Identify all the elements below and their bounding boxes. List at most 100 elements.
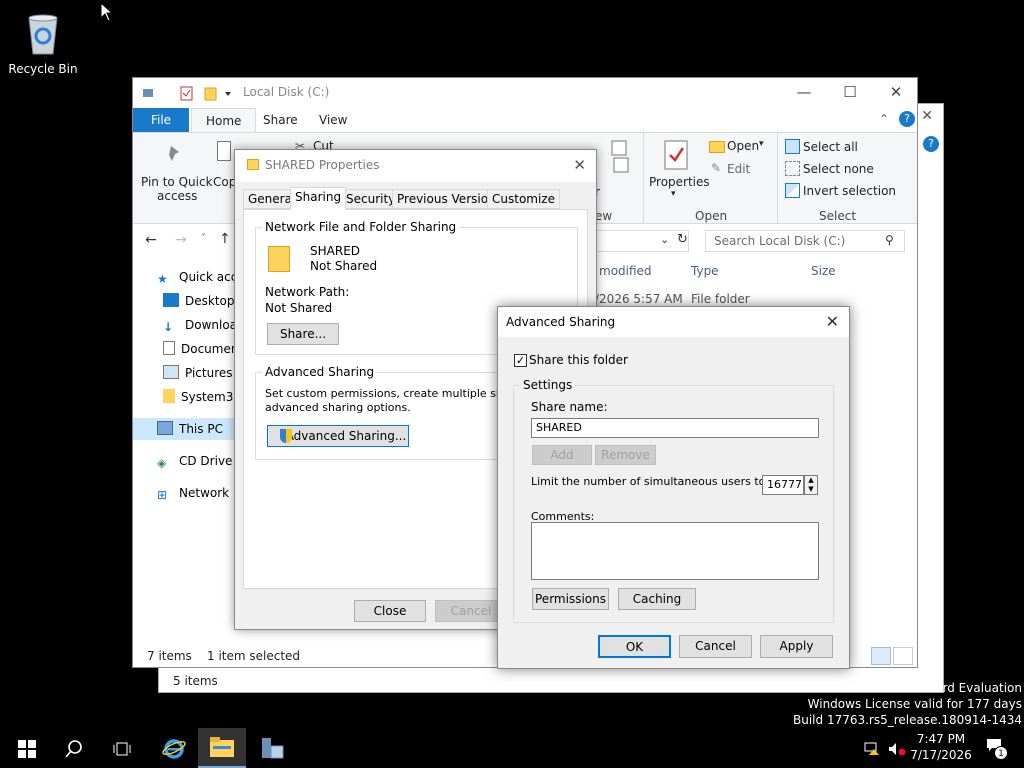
quick-access-toolbar-icon[interactable] xyxy=(141,85,237,101)
caching-button[interactable]: Caching xyxy=(618,588,696,610)
recycle-bin-icon xyxy=(23,12,63,56)
advanced-sharing-dialog[interactable]: Advanced Sharing ✕ ✓ Share this folder S… xyxy=(497,306,850,669)
tab-home[interactable]: Home xyxy=(191,108,257,132)
close-icon[interactable]: ✕ xyxy=(826,312,839,331)
sidebar-item-quick-access[interactable]: ★ Quick acce xyxy=(157,266,245,288)
minimize-button[interactable]: — xyxy=(781,78,827,108)
clock[interactable]: 7:47 PM 7/17/2026 xyxy=(906,732,976,762)
folder-icon xyxy=(268,246,290,272)
edit-icon: ✎ xyxy=(711,161,722,175)
sidebar-item-downloads[interactable]: ↓ Downloa xyxy=(163,314,237,336)
start-button[interactable] xyxy=(2,728,50,768)
file-explorer-button[interactable] xyxy=(198,728,246,768)
computer-icon xyxy=(157,421,173,435)
title-bar: Local Disk (C:) — ☐ ✕ xyxy=(133,78,917,108)
forward-arrow-icon[interactable]: → xyxy=(175,232,187,248)
recycle-bin[interactable]: Recycle Bin xyxy=(8,8,78,76)
sidebar-item-label: System32 xyxy=(181,390,242,404)
tab-view[interactable]: View xyxy=(305,108,361,132)
internet-explorer-button[interactable] xyxy=(150,728,198,768)
ok-button[interactable]: OK xyxy=(598,635,671,658)
pin-label-2[interactable]: access xyxy=(157,189,197,203)
tab-customize[interactable]: Customize xyxy=(487,189,560,209)
advanced-sharing-button[interactable]: Advanced Sharing... xyxy=(267,425,409,447)
recent-locations-icon[interactable]: ˅ xyxy=(201,233,206,244)
user-limit-input[interactable]: 16777 xyxy=(762,475,804,495)
collapse-ribbon-icon[interactable]: ⌃ xyxy=(879,112,889,126)
server-manager-button[interactable] xyxy=(248,728,296,768)
add-button[interactable]: Add xyxy=(532,445,592,465)
permissions-button[interactable]: Permissions xyxy=(532,588,609,610)
recycle-bin-label: Recycle Bin xyxy=(8,62,78,76)
share-name-input[interactable]: SHARED xyxy=(531,418,819,438)
comments-textarea[interactable] xyxy=(531,522,819,580)
close-button[interactable]: Close xyxy=(354,600,426,622)
open-label[interactable]: Open xyxy=(727,139,759,153)
watermark-line-3: Build 17763.rs5_release.180914-1434 xyxy=(793,713,1022,727)
pin-label[interactable]: Pin to Quick xyxy=(141,175,213,189)
search-input[interactable]: Search Local Disk (C:) xyxy=(705,230,905,252)
help-icon[interactable]: ? xyxy=(899,111,915,127)
task-view-button[interactable] xyxy=(98,728,146,768)
address-dropdown-icon[interactable]: ⌄ xyxy=(660,233,669,246)
evaluation-watermark: dard Evaluation Windows License valid fo… xyxy=(793,681,1022,727)
share-button[interactable]: Share... xyxy=(267,323,339,345)
properties-label[interactable]: Properties xyxy=(649,175,710,189)
apply-button[interactable]: Apply xyxy=(760,635,833,658)
edit-label[interactable]: Edit xyxy=(727,162,750,176)
status-item-count: 7 items xyxy=(147,649,192,663)
notification-count-badge: 1 xyxy=(994,746,1008,760)
remove-button[interactable]: Remove xyxy=(595,445,656,465)
sidebar-item-desktop[interactable]: Desktop xyxy=(163,290,235,312)
ribbon-divider xyxy=(777,133,778,223)
sidebar-item-network[interactable]: ⊞ Network xyxy=(157,482,229,504)
close-icon[interactable]: ✕ xyxy=(921,108,933,124)
sidebar-item-this-pc[interactable]: This PC xyxy=(133,418,243,440)
up-arrow-icon[interactable]: ↑ xyxy=(219,231,231,247)
help-icon[interactable]: ? xyxy=(923,136,939,152)
open-dropdown-icon[interactable]: ▾ xyxy=(759,139,764,149)
sidebar-item-documents[interactable]: Documen xyxy=(163,338,238,360)
search-button[interactable] xyxy=(50,728,98,768)
task-view-icon xyxy=(113,742,131,756)
sidebar-item-label: Pictures xyxy=(185,366,233,380)
sidebar-item-system32[interactable]: System32 xyxy=(163,386,241,408)
copy-label[interactable]: Cop xyxy=(213,175,236,189)
details-view-button[interactable] xyxy=(871,647,891,665)
action-center-button[interactable]: 1 xyxy=(986,738,1008,760)
pin-icon xyxy=(163,143,185,168)
shield-icon xyxy=(280,429,292,443)
volume-muted-icon[interactable] xyxy=(888,742,906,756)
properties-icon xyxy=(661,139,691,174)
back-arrow-icon[interactable]: ← xyxy=(145,232,157,248)
star-icon: ★ xyxy=(157,272,168,286)
watermark-line-1: dard Evaluation xyxy=(927,681,1022,695)
column-header-modified[interactable]: modified xyxy=(599,264,652,278)
tab-file[interactable]: File xyxy=(133,108,189,132)
copy-icon xyxy=(217,141,231,161)
large-icons-view-button[interactable] xyxy=(893,647,913,665)
user-limit-stepper[interactable]: ▲ ▼ xyxy=(804,475,818,495)
network-tray-icon[interactable] xyxy=(864,742,880,756)
folder-icon xyxy=(247,159,259,170)
properties-dropdown-icon[interactable]: ▾ xyxy=(671,189,676,199)
invert-selection-label[interactable]: Invert selection xyxy=(803,184,896,198)
share-folder-label[interactable]: Share this folder xyxy=(529,353,628,367)
search-icon[interactable]: ⚲ xyxy=(885,233,894,247)
status-selected-count: 1 item selected xyxy=(207,649,301,663)
close-button[interactable]: ✕ xyxy=(873,78,919,108)
refresh-icon[interactable]: ↻ xyxy=(677,232,688,247)
share-folder-checkbox[interactable]: ✓ xyxy=(514,354,527,367)
close-icon[interactable]: ✕ xyxy=(573,156,586,174)
cancel-button[interactable]: Cancel xyxy=(679,635,752,658)
maximize-button[interactable]: ☐ xyxy=(827,78,873,108)
column-header-size[interactable]: Size xyxy=(811,264,836,278)
sidebar-item-pictures[interactable]: Pictures xyxy=(163,362,233,384)
tab-sharing[interactable]: Sharing xyxy=(290,187,347,210)
address-bar[interactable] xyxy=(593,230,689,252)
column-header-type[interactable]: Type xyxy=(691,264,719,278)
sidebar-item-label: Desktop xyxy=(185,294,235,308)
select-all-label[interactable]: Select all xyxy=(803,140,858,154)
select-none-label[interactable]: Select none xyxy=(803,162,874,176)
tab-share[interactable]: Share xyxy=(249,108,312,132)
